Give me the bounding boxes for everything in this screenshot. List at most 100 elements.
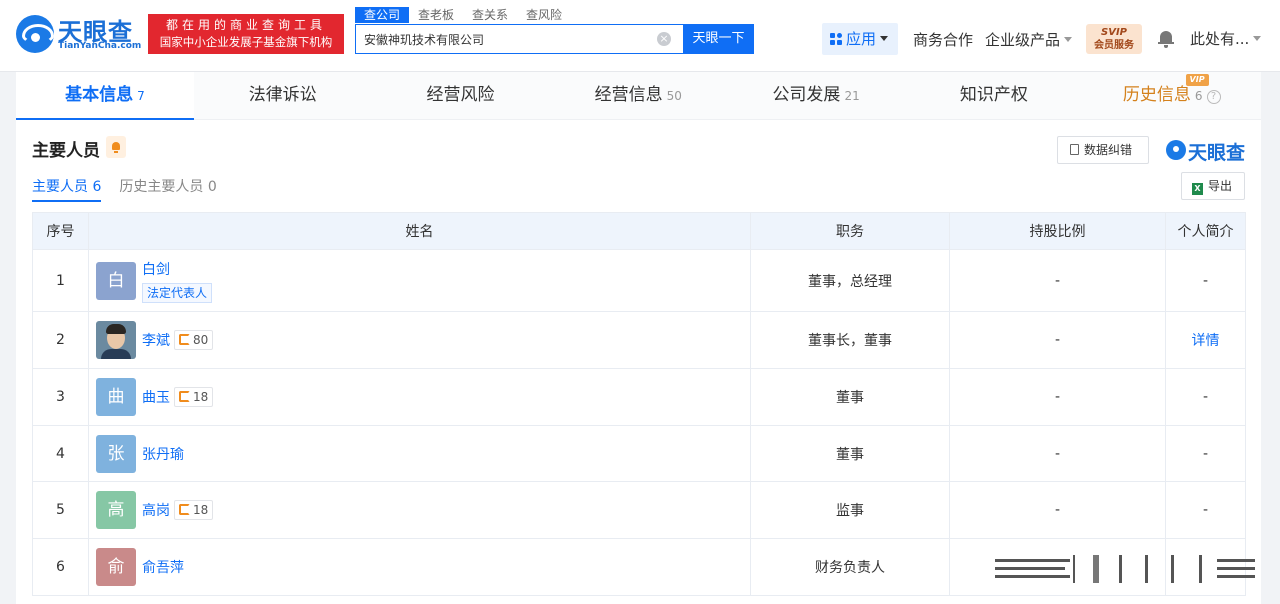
tab-count: 50 bbox=[666, 89, 682, 103]
avatar[interactable]: 俞 bbox=[96, 548, 136, 586]
notification-bell-icon[interactable] bbox=[1158, 31, 1174, 48]
apps-menu-button[interactable]: 应用 bbox=[822, 23, 898, 55]
svip-membership-button[interactable]: SVIP 会员服务 bbox=[1086, 24, 1142, 54]
avatar[interactable]: 曲 bbox=[96, 378, 136, 416]
name-cell: 高高岗 18 bbox=[88, 481, 751, 539]
row-no: 2 bbox=[32, 311, 89, 369]
row-no: 3 bbox=[32, 368, 89, 426]
eye-icon bbox=[1166, 140, 1186, 160]
correction-label: 数据纠错 bbox=[1084, 143, 1133, 157]
business-cooperation-link[interactable]: 商务合作 bbox=[913, 29, 973, 50]
relation-count-badge[interactable]: 80 bbox=[174, 330, 214, 350]
name-cell: 李斌 80 bbox=[88, 311, 751, 369]
monitor-bell-icon[interactable] bbox=[106, 136, 126, 158]
position-cell: 董事长，董事 bbox=[750, 311, 950, 369]
watermark-overlay bbox=[995, 553, 1260, 585]
person-name-link[interactable]: 李斌 bbox=[142, 333, 170, 349]
relation-icon bbox=[179, 334, 190, 345]
tab-business-info[interactable]: 经营信息 50 bbox=[549, 72, 727, 120]
main-tabs: 基本信息 7 法律诉讼 经营风险 经营信息 50 公司发展 21 知识产权 VIP 历史… bbox=[16, 72, 1261, 120]
search-tab-boss[interactable]: 查老板 bbox=[409, 7, 463, 23]
avatar[interactable]: 白 bbox=[96, 261, 136, 300]
position-cell: 董事 bbox=[750, 368, 950, 426]
user-caret-icon bbox=[1253, 36, 1262, 41]
tab-count: 21 bbox=[844, 89, 860, 103]
tab-legal[interactable]: 法律诉讼 bbox=[194, 72, 372, 120]
search-button[interactable]: 天眼一下 bbox=[683, 24, 754, 54]
tab-label: 公司发展 bbox=[772, 85, 841, 105]
position-cell: 董事 bbox=[750, 425, 950, 482]
tab-business-risk[interactable]: 经营风险 bbox=[372, 72, 550, 120]
tab-history[interactable]: VIP 历史信息 6? bbox=[1083, 72, 1261, 120]
search-tab-company[interactable]: 查公司 bbox=[355, 7, 410, 23]
profile-cell: - bbox=[1165, 249, 1246, 312]
position-cell: 监事 bbox=[750, 481, 950, 539]
table-row: 1 白白剑 法定代表人 董事，总经理 - - bbox=[32, 249, 1246, 312]
col-header-position: 职务 bbox=[750, 212, 950, 250]
col-header-no: 序号 bbox=[32, 212, 89, 250]
row-no: 4 bbox=[32, 425, 89, 482]
col-header-name: 姓名 bbox=[88, 212, 751, 250]
enterprise-products-label: 企业级产品 bbox=[985, 31, 1061, 49]
subtab-label: 主要人员 bbox=[32, 179, 88, 195]
subtab-count: 6 bbox=[92, 179, 102, 195]
relation-count: 18 bbox=[193, 390, 209, 404]
avatar[interactable]: 高 bbox=[96, 491, 136, 529]
row-no: 5 bbox=[32, 481, 89, 539]
avatar-photo[interactable] bbox=[96, 321, 136, 359]
table-row: 4 张张丹瑜 董事 - - bbox=[32, 425, 1246, 482]
data-correction-button[interactable]: 数据纠错 bbox=[1057, 136, 1149, 164]
search-tab-relation[interactable]: 查关系 bbox=[463, 7, 517, 23]
clear-icon[interactable]: × bbox=[657, 32, 671, 46]
tab-label: 经营风险 bbox=[426, 85, 495, 105]
profile-cell: - bbox=[1165, 368, 1246, 426]
subtab-history-people[interactable]: 历史主要人员 0 bbox=[119, 176, 216, 202]
user-name: 此处有... bbox=[1190, 30, 1250, 48]
shareholding-cell: - bbox=[949, 425, 1166, 482]
logo-subtext: TianYanCha.com bbox=[58, 41, 142, 51]
apps-grid-icon bbox=[830, 33, 842, 45]
tianyancha-logo[interactable]: 天眼查 TianYanCha.com bbox=[16, 13, 142, 55]
shareholding-cell: - bbox=[949, 481, 1166, 539]
brand-text: 天眼查 bbox=[1188, 142, 1246, 164]
person-name-link[interactable]: 张丹瑜 bbox=[142, 447, 184, 463]
people-table: 序号 姓名 职务 持股比例 个人简介 1 白白剑 法定代表人 董事，总经理 - -… bbox=[32, 212, 1246, 596]
name-cell: 白白剑 法定代表人 bbox=[88, 249, 751, 312]
company-detail-panel: 基本信息 7 法律诉讼 经营风险 经营信息 50 公司发展 21 知识产权 VIP 历史… bbox=[16, 72, 1261, 604]
tab-ip[interactable]: 知识产权 bbox=[905, 72, 1083, 120]
relation-count: 80 bbox=[193, 333, 209, 347]
table-header-row: 序号 姓名 职务 持股比例 个人简介 bbox=[32, 212, 1246, 250]
profile-detail-link[interactable]: 详情 bbox=[1192, 333, 1220, 349]
apps-caret-icon bbox=[880, 36, 889, 41]
export-button[interactable]: X 导出 bbox=[1181, 172, 1245, 200]
enterprise-products-menu[interactable]: 企业级产品 bbox=[985, 29, 1073, 50]
name-cell: 张张丹瑜 bbox=[88, 425, 751, 482]
person-name-link[interactable]: 高岗 bbox=[142, 503, 170, 519]
section-title: 主要人员 bbox=[32, 141, 100, 161]
row-no: 1 bbox=[32, 249, 89, 312]
slogan-banner: 都在用的商业查询工具 国家中小企业发展子基金旗下机构 bbox=[148, 14, 344, 54]
subtab-main-people[interactable]: 主要人员 6 bbox=[32, 176, 102, 202]
row-no: 6 bbox=[32, 538, 89, 596]
col-header-shareholding: 持股比例 bbox=[949, 212, 1166, 250]
avatar[interactable]: 张 bbox=[96, 434, 136, 473]
search-input[interactable] bbox=[356, 25, 646, 53]
relation-count-badge[interactable]: 18 bbox=[174, 387, 214, 407]
search-tab-risk[interactable]: 查风险 bbox=[517, 7, 571, 23]
export-label: 导出 bbox=[1208, 179, 1233, 193]
subtab-label: 历史主要人员 bbox=[119, 179, 204, 195]
name-cell: 俞俞吾萍 bbox=[88, 538, 751, 596]
tab-basic-info[interactable]: 基本信息 7 bbox=[16, 72, 194, 120]
relation-icon bbox=[179, 391, 190, 402]
svip-label: SVIP bbox=[1101, 27, 1127, 38]
person-name-link[interactable]: 俞吾萍 bbox=[142, 560, 184, 576]
person-name-link[interactable]: 曲玉 bbox=[142, 390, 170, 406]
help-icon[interactable]: ? bbox=[1206, 90, 1221, 104]
relation-count-badge[interactable]: 18 bbox=[174, 500, 214, 520]
person-name-link[interactable]: 白剑 bbox=[142, 259, 212, 279]
search-box: × bbox=[355, 24, 684, 54]
people-subtabs: 主要人员 6 历史主要人员 0 bbox=[32, 176, 235, 202]
tab-development[interactable]: 公司发展 21 bbox=[727, 72, 905, 120]
shareholding-cell: - bbox=[949, 311, 1166, 369]
user-menu[interactable]: 此处有... bbox=[1190, 28, 1262, 49]
